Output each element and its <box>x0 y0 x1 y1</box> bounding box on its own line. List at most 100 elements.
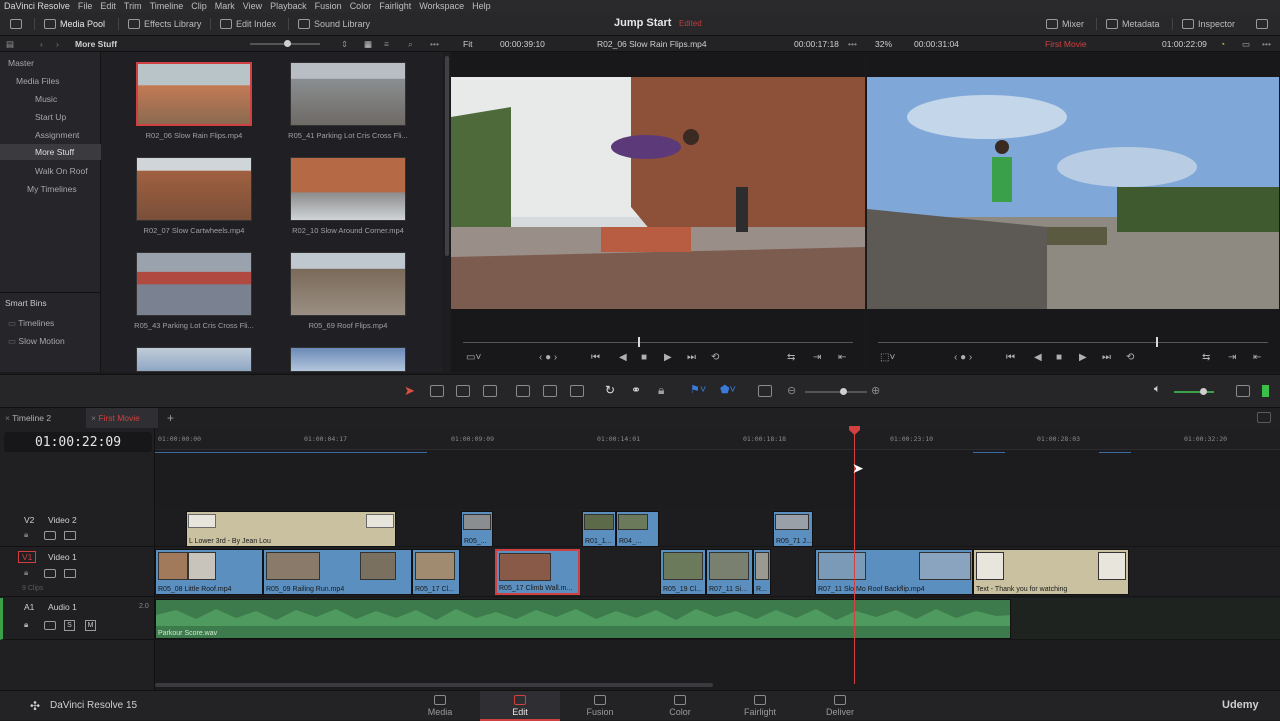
timeline-clip[interactable]: R05_71 J... <box>773 511 813 547</box>
solo-icon[interactable]: S <box>64 620 75 631</box>
go-to-end-icon[interactable]: ⏭ <box>687 352 696 363</box>
menu-trim[interactable]: Trim <box>124 1 142 11</box>
clip-item[interactable]: R05_41 Parking Lot Cris Cross Fli... <box>255 52 408 142</box>
timeline-viewer-playhead[interactable] <box>1156 337 1158 347</box>
mixer-button[interactable]: Mixer <box>1046 17 1084 31</box>
track-name[interactable]: Audio 1 <box>48 602 77 612</box>
menu-playback[interactable]: Playback <box>270 1 307 11</box>
menu-workspace[interactable]: Workspace <box>419 1 464 11</box>
menu-view[interactable]: View <box>243 1 262 11</box>
timeline-options-icon[interactable] <box>1257 412 1271 423</box>
timeline-clip[interactable]: R04_... <box>616 511 659 547</box>
bin-start-up[interactable]: Start Up <box>0 109 101 125</box>
menu-file[interactable]: File <box>78 1 93 11</box>
match-frame-icon[interactable]: ⇆ <box>1202 352 1210 363</box>
timeline-clip[interactable]: L Lower 3rd - By Jean Lou <box>186 511 396 547</box>
bin-music[interactable]: Music <box>0 91 101 107</box>
zoom-in-icon[interactable]: ⊕ <box>871 384 880 397</box>
metadata-button[interactable]: Metadata <box>1106 17 1160 31</box>
mark-in-icon[interactable]: ⇥ <box>813 352 821 363</box>
menu-edit[interactable]: Edit <box>100 1 116 11</box>
smart-bin-timelines[interactable]: ▭ Timelines <box>0 315 101 331</box>
menu-timeline[interactable]: Timeline <box>150 1 184 11</box>
source-options-icon[interactable]: ••• <box>848 39 857 49</box>
timeline-scrub-bar[interactable] <box>878 342 1268 343</box>
selection-tool-icon[interactable]: ➤ <box>404 383 415 399</box>
auto-select-icon[interactable] <box>44 531 56 540</box>
timeline-name-dropdown[interactable]: First Movie <box>1045 39 1087 49</box>
linked-selection-icon[interactable]: ⚭ <box>631 383 641 397</box>
insert-clip-icon[interactable] <box>516 385 530 397</box>
play-icon[interactable]: ▶ <box>1079 352 1087 363</box>
jog-icon[interactable]: ‹ ● › <box>954 352 972 363</box>
timeline-clip-selected[interactable]: R05_17 Climb Wall.m... <box>495 549 580 595</box>
page-tab-edit[interactable]: Edit <box>480 691 560 721</box>
mark-in-icon[interactable]: ⇥ <box>1228 352 1236 363</box>
volume-slider-handle[interactable] <box>1200 388 1207 395</box>
overwrite-clip-icon[interactable] <box>543 385 557 397</box>
auto-select-icon[interactable] <box>44 569 56 578</box>
bin-more-stuff[interactable]: More Stuff <box>0 144 101 160</box>
audio-clip[interactable]: Parkour Score.wav <box>155 599 1011 639</box>
source-clip-name[interactable]: R02_06 Slow Rain Flips.mp4 <box>597 39 707 49</box>
clip-item[interactable]: R05_69 Roof Flips.mp4 <box>255 242 406 332</box>
media-pool-button[interactable]: Media Pool <box>44 17 105 31</box>
track-name[interactable]: Video 2 <box>48 515 77 525</box>
clip-item[interactable]: R02_06 Slow Rain Flips.mp4 <box>101 52 252 142</box>
mute-icon[interactable]: M <box>85 620 96 631</box>
blade-tool-icon[interactable] <box>483 385 497 397</box>
menu-fairlight[interactable]: Fairlight <box>379 1 411 11</box>
go-to-start-icon[interactable]: ⏮ <box>1006 352 1015 363</box>
page-tab-fusion[interactable]: Fusion <box>560 691 640 721</box>
tab-timeline-2[interactable]: × Timeline 2 <box>0 408 86 428</box>
clip-item[interactable]: R02_07 Slow Cartwheels.mp4 <box>101 147 252 237</box>
mark-out-icon[interactable]: ⇤ <box>838 352 846 363</box>
view-options-icon[interactable]: ▭˅ <box>466 352 481 363</box>
playhead-handle[interactable] <box>849 426 860 435</box>
flag-icon[interactable]: ⚑˅ <box>690 383 706 396</box>
effects-library-button[interactable]: Effects Library <box>128 17 201 31</box>
menu-clip[interactable]: Clip <box>191 1 207 11</box>
snapping-icon[interactable]: ↻ <box>605 383 615 397</box>
grid-view-icon[interactable]: ▦ <box>364 39 372 50</box>
zoom-slider-handle[interactable] <box>840 388 847 395</box>
page-tab-deliver[interactable]: Deliver <box>800 691 880 721</box>
inspector-button[interactable]: Inspector <box>1182 17 1235 31</box>
menu-color[interactable]: Color <box>350 1 372 11</box>
volume-icon[interactable]: 🔈︎ <box>1154 383 1161 396</box>
timeline-view-options-icon[interactable] <box>758 385 772 397</box>
thumb-size-handle[interactable] <box>284 40 291 47</box>
timeline-clip[interactable]: R05_19 Cl... <box>660 549 706 595</box>
go-to-end-icon[interactable]: ⏭ <box>1102 352 1111 363</box>
add-timeline-icon[interactable]: + <box>167 411 174 425</box>
timeline-ruler[interactable]: 01:00:00:00 01:00:04:17 01:00:09:09 01:0… <box>155 428 1280 453</box>
timeline-clip[interactable]: R05_17 Cl... <box>412 549 460 595</box>
track-visibility-icon[interactable] <box>64 531 76 540</box>
tab-first-movie[interactable]: × First Movie <box>86 408 158 428</box>
replace-clip-icon[interactable] <box>570 385 584 397</box>
play-reverse-icon[interactable]: ◀ <box>1034 352 1042 363</box>
bin-media-files[interactable]: Media Files <box>0 73 101 89</box>
timeline-clip[interactable]: R05_08 Little Roof.mp4 <box>155 549 263 595</box>
clip-item[interactable]: R02_10 Slow Around Corner.mp4 <box>255 147 406 237</box>
lock-icon[interactable]: 🔒︎ <box>24 530 28 540</box>
zoom-slider[interactable] <box>805 391 867 393</box>
bin-master[interactable]: Master <box>0 55 101 71</box>
zoom-level[interactable]: 32% <box>875 39 892 49</box>
timeline-clip[interactable]: R07_11 Slo Mo Roof Backflip.mp4 <box>815 549 973 595</box>
page-tab-fairlight[interactable]: Fairlight <box>720 691 800 721</box>
audio-meter-toggle-icon[interactable] <box>1236 385 1250 397</box>
viewer-options-icon[interactable]: ••• <box>1262 39 1271 49</box>
stop-icon[interactable]: ■ <box>1056 352 1062 363</box>
loop-icon[interactable]: ⟲ <box>711 352 719 363</box>
stop-icon[interactable]: ■ <box>641 352 647 363</box>
timeline-clip[interactable]: R05_09 Railing Run.mp4 <box>263 549 412 595</box>
edit-index-button[interactable]: Edit Index <box>220 17 276 31</box>
timeline-clip[interactable]: R01_1... <box>582 511 616 547</box>
sort-icon[interactable]: ⇕ <box>341 39 348 50</box>
search-icon[interactable]: ⌕ <box>408 39 413 50</box>
app-menu[interactable]: DaVinci Resolve <box>4 1 70 11</box>
bin-my-timelines[interactable]: My Timelines <box>0 181 101 197</box>
menu-help[interactable]: Help <box>472 1 491 11</box>
trim-tool-icon[interactable] <box>430 385 444 397</box>
